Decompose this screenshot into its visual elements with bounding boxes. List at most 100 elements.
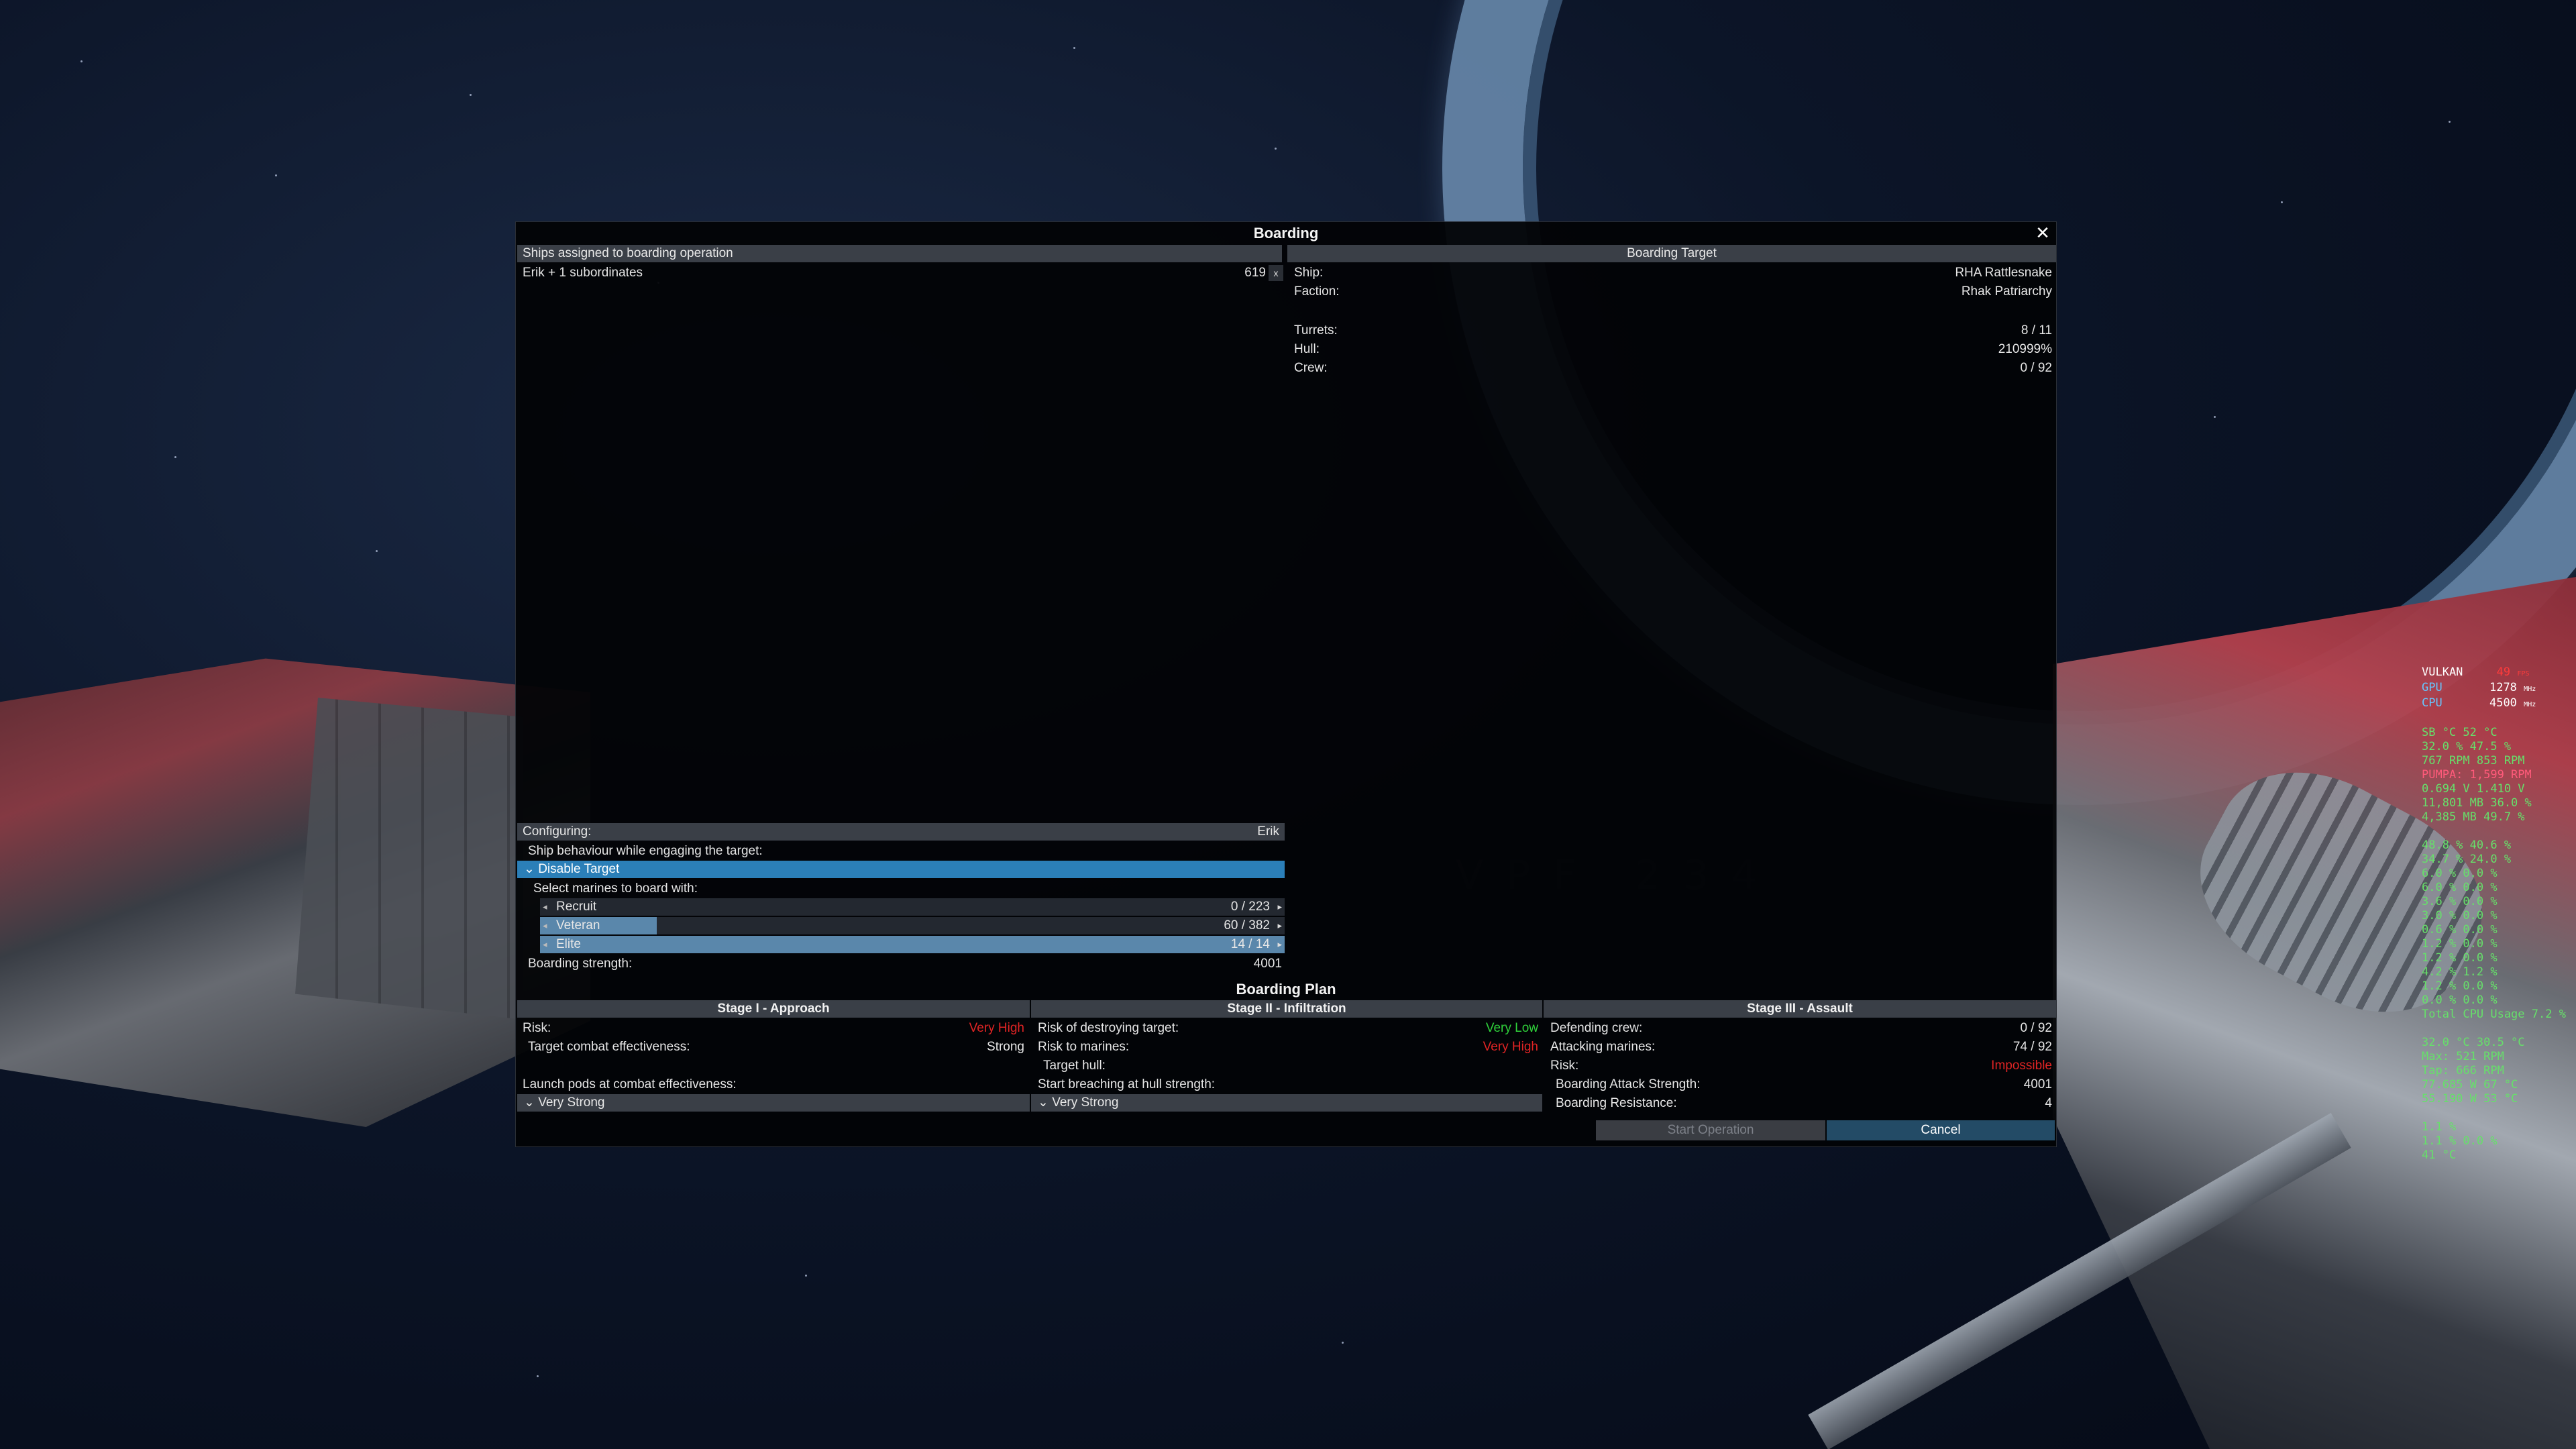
- slider-left-arrow-icon[interactable]: ◂: [543, 917, 547, 934]
- gpu-label: GPU: [2422, 681, 2443, 694]
- elite-label: Elite: [556, 937, 581, 951]
- boarding-strength-value: 4001: [1253, 957, 1282, 971]
- perf-sensor-line: 0.6 % 0.0 %: [2422, 923, 2498, 936]
- configuring-bar: Configuring: Erik: [517, 823, 1285, 841]
- target-row-turrets: Turrets: 8 / 11: [1294, 321, 2052, 340]
- target-row-ship: Ship: RHA Rattlesnake: [1294, 264, 2052, 282]
- veteran-slider[interactable]: ◂ Veteran 60 / 382 ▸: [540, 917, 1285, 934]
- target-row-crew: Crew: 0 / 92: [1294, 359, 2052, 378]
- marines-label: Select marines to board with:: [533, 881, 698, 896]
- target-row-faction: Faction: Rhak Patriarchy: [1294, 282, 2052, 301]
- recruit-amount: 0 / 223: [1230, 900, 1270, 914]
- assigned-ship-label: Erik + 1 subordinates: [523, 266, 643, 280]
- target-hull-label: Hull:: [1294, 342, 1320, 356]
- perf-sensor-line: 767 RPM 853 RPM: [2422, 754, 2525, 767]
- perf-sensor-group-a: SB °C 52 °C 32.0 % 47.5 % 767 RPM 853 RPM P…: [2422, 726, 2566, 824]
- perf-sensor-line: 6.0 % 0.0 %: [2422, 867, 2498, 880]
- perf-sensor-line: Max: 521 RPM: [2422, 1050, 2504, 1063]
- perf-sensor-line: 41 °C: [2422, 1148, 2457, 1162]
- stage3-defending-row: Defending crew: 0 / 92: [1550, 1019, 2052, 1038]
- target-crew-label: Crew:: [1294, 361, 1328, 375]
- perf-sensor-line: 1.1 % 0.0 %: [2422, 1134, 2498, 1148]
- perf-sensor-line: 11,801 MB 36.0 %: [2422, 796, 2532, 810]
- stage1-effectiveness-row: Target combat effectiveness: Strong: [528, 1038, 1024, 1057]
- slider-right-arrow-icon[interactable]: ▸: [1277, 898, 1282, 916]
- stage3-resistance-value: 4: [2045, 1096, 2052, 1110]
- perf-sensor-line: 1.1 %: [2422, 1120, 2457, 1134]
- gpu-clock-unit: MHz: [2524, 686, 2536, 693]
- veteran-label: Veteran: [556, 918, 600, 932]
- perf-sensor-line: 55.190 W 53 °C: [2422, 1092, 2518, 1106]
- perf-sensor-line: 4,385 MB 49.7 %: [2422, 810, 2525, 824]
- stage3-defending-label: Defending crew:: [1550, 1021, 1643, 1035]
- chevron-down-icon: ⌄: [1038, 1095, 1049, 1110]
- dialog-title: Boarding: [1253, 225, 1319, 241]
- cpu-clock-unit: MHz: [2524, 701, 2536, 708]
- assigned-ship-value: 619: [1244, 266, 1266, 280]
- stage3-risk-label: Risk:: [1550, 1059, 1579, 1073]
- performance-overlay: VULKAN 49 FPS GPU 1278 MHz CPU 4500 MHz …: [2422, 665, 2566, 1163]
- perf-sensor-line: 1.2 % 0.0 %: [2422, 937, 2498, 951]
- start-operation-button[interactable]: Start Operation: [1596, 1120, 1825, 1140]
- stage1-risk-value: Very High: [969, 1021, 1024, 1035]
- stage3-header: Stage III - Assault: [1544, 1000, 2056, 1018]
- stage3-attack-value: 4001: [2023, 1077, 2052, 1091]
- launch-pods-selected: Very Strong: [538, 1095, 605, 1110]
- launch-pods-dropdown[interactable]: ⌄ Very Strong: [517, 1094, 1030, 1112]
- stage3-resistance-row: Boarding Resistance: 4: [1556, 1094, 2052, 1113]
- elite-slider[interactable]: ◂ Elite 14 / 14 ▸: [540, 936, 1285, 953]
- stage1-risk-label: Risk:: [523, 1021, 551, 1035]
- boarding-target-header: Boarding Target: [1287, 245, 2056, 262]
- stage3-attacking-row: Attacking marines: 74 / 92: [1550, 1038, 2052, 1057]
- behaviour-dropdown[interactable]: ⌄ Disable Target: [517, 861, 1285, 878]
- perf-sensor-line: 32.0 % 47.5 %: [2422, 740, 2512, 753]
- collapse-button[interactable]: x: [1269, 265, 1283, 281]
- perf-sensor-group-c: 32.0 °C 30.5 °C Max: 521 RPM Tap: 666 RPM 7…: [2422, 1036, 2566, 1106]
- stage2-hull-label: Target hull:: [1043, 1059, 1106, 1073]
- configuring-value: Erik: [1257, 824, 1279, 839]
- gpu-clock: 1278: [2489, 681, 2517, 694]
- target-turrets-label: Turrets:: [1294, 323, 1338, 337]
- breach-dropdown[interactable]: ⌄ Very Strong: [1031, 1094, 1542, 1112]
- boarding-strength-row: Boarding strength: 4001: [528, 955, 1286, 973]
- stage1-risk-row: Risk: Very High: [523, 1019, 1024, 1038]
- assigned-ship-row[interactable]: Erik + 1 subordinates 619: [523, 264, 1266, 282]
- perf-sensor-line: 1.2 % 0.0 %: [2422, 979, 2498, 993]
- recruit-slider[interactable]: ◂ Recruit 0 / 223 ▸: [540, 898, 1285, 916]
- configuring-label: Configuring:: [523, 824, 592, 839]
- perf-sensor-line: 1.2 % 0.0 %: [2422, 951, 2498, 965]
- assigned-ships-header: Ships assigned to boarding operation: [517, 245, 1282, 262]
- stage1-effectiveness-value: Strong: [987, 1040, 1024, 1054]
- slider-left-arrow-icon[interactable]: ◂: [543, 898, 547, 916]
- chevron-down-icon: ⌄: [524, 1095, 535, 1110]
- perf-sensor-group-b: 48.8 % 40.6 % 34.7 % 24.0 % 6.0 % 0.0 % 6.0…: [2422, 839, 2566, 1022]
- fps-unit: FPS: [2517, 670, 2530, 678]
- stage3-risk-row: Risk: Impossible: [1550, 1057, 2052, 1075]
- stage1-header: Stage I - Approach: [517, 1000, 1030, 1018]
- chevron-down-icon: ⌄: [524, 862, 535, 876]
- target-turrets-value: 8 / 11: [2021, 323, 2052, 337]
- perf-sensor-line: Total CPU Usage 7.2 %: [2422, 1008, 2566, 1021]
- cancel-button[interactable]: Cancel: [1827, 1120, 2055, 1140]
- stage2-header: Stage II - Infiltration: [1031, 1000, 1542, 1018]
- perf-sensor-line: 48.8 % 40.6 %: [2422, 839, 2512, 852]
- target-row-hull: Hull: 210999%: [1294, 340, 2052, 359]
- stage3-risk-value: Impossible: [1991, 1059, 2052, 1073]
- close-icon[interactable]: ✕: [2033, 223, 2052, 242]
- perf-sensor-line: 32.0 °C 30.5 °C: [2422, 1036, 2525, 1049]
- perf-sensor-line: 3.6 % 0.0 %: [2422, 895, 2498, 908]
- slider-left-arrow-icon[interactable]: ◂: [543, 936, 547, 953]
- stage2-marines-risk-row: Risk to marines: Very High: [1038, 1038, 1538, 1057]
- perf-sensor-line: 0.694 V 1.410 V: [2422, 782, 2525, 796]
- perf-sensor-line: 34.7 % 24.0 %: [2422, 853, 2512, 866]
- slider-right-arrow-icon[interactable]: ▸: [1277, 936, 1282, 953]
- stage3-attacking-label: Attacking marines:: [1550, 1040, 1656, 1054]
- perf-sensor-line: 3.0 % 0.0 %: [2422, 909, 2498, 922]
- stage2-destroy-row: Risk of destroying target: Very Low: [1038, 1019, 1538, 1038]
- stage2-marines-risk-value: Very High: [1483, 1040, 1538, 1054]
- slider-right-arrow-icon[interactable]: ▸: [1277, 917, 1282, 934]
- cpu-label: CPU: [2422, 696, 2443, 710]
- perf-sensor-line: SB °C 52 °C: [2422, 726, 2498, 739]
- perf-sensor-line: 0.0 % 0.0 %: [2422, 994, 2498, 1007]
- stage1-launch-label: Launch pods at combat effectiveness:: [523, 1077, 737, 1091]
